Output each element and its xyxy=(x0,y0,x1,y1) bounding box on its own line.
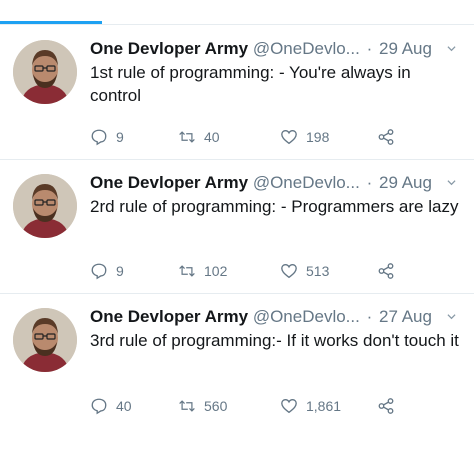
share-button[interactable] xyxy=(377,396,403,416)
tweet-actions: 9 40 198 xyxy=(90,127,410,147)
like-count: 1,861 xyxy=(306,398,342,414)
share-button[interactable] xyxy=(377,127,403,147)
reply-icon xyxy=(91,129,107,146)
avatar-image xyxy=(13,308,77,372)
separator: · xyxy=(366,307,373,326)
like-button[interactable]: 198 xyxy=(280,127,329,147)
tweet-header: One Devloper Army @OneDevlo... · 29 Aug xyxy=(90,172,464,194)
tweet-text: 2rd rule of programming: - Programmers a… xyxy=(90,197,459,216)
share-icon xyxy=(378,263,394,279)
avatar-image xyxy=(13,40,77,104)
tweet-header: One Devloper Army @OneDevlo... · 29 Aug xyxy=(90,38,464,60)
chevron-down-icon[interactable] xyxy=(447,44,456,53)
display-name[interactable]: One Devloper Army xyxy=(90,307,248,326)
tweet-text: 1st rule of programming: - You're always… xyxy=(90,63,411,105)
retweet-count: 102 xyxy=(204,263,228,279)
share-icon xyxy=(378,129,394,145)
tweet[interactable]: One Devloper Army @OneDevlo... · 29 Aug … xyxy=(0,160,474,294)
retweet-icon xyxy=(179,131,195,143)
reply-icon xyxy=(91,263,107,280)
retweet-icon xyxy=(179,400,195,412)
tab-bar-divider xyxy=(0,24,474,25)
reply-icon xyxy=(91,398,107,415)
like-count: 198 xyxy=(306,129,330,145)
tweet-actions: 40 560 1,861 xyxy=(90,396,410,416)
reply-count: 9 xyxy=(116,129,124,145)
reply-count: 40 xyxy=(116,398,132,414)
reply-button[interactable]: 9 xyxy=(90,127,124,147)
retweet-button[interactable]: 102 xyxy=(178,261,227,281)
avatar[interactable] xyxy=(13,174,77,238)
like-button[interactable]: 513 xyxy=(280,261,329,281)
avatar-image xyxy=(13,174,77,238)
display-name[interactable]: One Devloper Army xyxy=(90,173,248,192)
handle[interactable]: @OneDevlo... xyxy=(253,173,360,192)
retweet-button[interactable]: 560 xyxy=(178,396,227,416)
tweet-date[interactable]: 29 Aug xyxy=(379,173,432,192)
avatar[interactable] xyxy=(13,40,77,104)
share-button[interactable] xyxy=(377,261,403,281)
like-count: 513 xyxy=(306,263,330,279)
reply-button[interactable]: 40 xyxy=(90,396,132,416)
chevron-down-icon[interactable] xyxy=(447,178,456,187)
share-icon xyxy=(378,398,394,414)
handle[interactable]: @OneDevlo... xyxy=(253,307,360,326)
reply-count: 9 xyxy=(116,263,124,279)
separator: · xyxy=(366,173,373,192)
avatar[interactable] xyxy=(13,308,77,372)
handle[interactable]: @OneDevlo... xyxy=(253,39,360,58)
tweet-header: One Devloper Army @OneDevlo... · 27 Aug xyxy=(90,306,464,328)
like-button[interactable]: 1,861 xyxy=(280,396,341,416)
tab-bar xyxy=(0,0,474,28)
tweet[interactable]: One Devloper Army @OneDevlo... · 29 Aug … xyxy=(0,28,474,160)
separator: · xyxy=(366,39,373,58)
retweet-button[interactable]: 40 xyxy=(178,127,220,147)
retweet-count: 560 xyxy=(204,398,228,414)
heart-icon xyxy=(281,399,297,414)
tweet[interactable]: One Devloper Army @OneDevlo... · 27 Aug … xyxy=(0,294,474,462)
reply-button[interactable]: 9 xyxy=(90,261,124,281)
tweet-date[interactable]: 27 Aug xyxy=(379,307,432,326)
tweet-text: 3rd rule of programming:- If it works do… xyxy=(90,331,459,350)
display-name[interactable]: One Devloper Army xyxy=(90,39,248,58)
chevron-down-icon[interactable] xyxy=(447,312,456,321)
heart-icon xyxy=(281,130,297,145)
retweet-count: 40 xyxy=(204,129,220,145)
heart-icon xyxy=(281,264,297,279)
tweet-date[interactable]: 29 Aug xyxy=(379,39,432,58)
tweet-actions: 9 102 513 xyxy=(90,261,410,281)
retweet-icon xyxy=(179,265,195,277)
